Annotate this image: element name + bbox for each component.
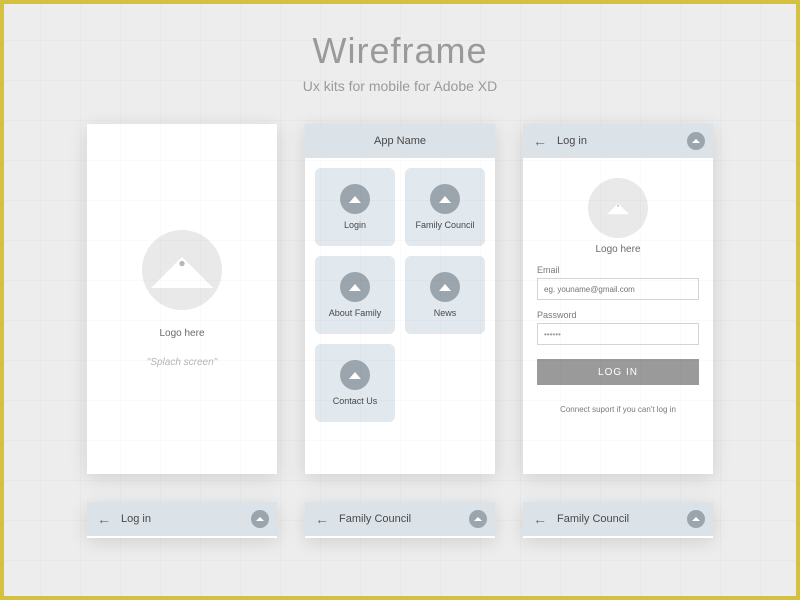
appbar: App Name [305,124,495,158]
screen-peek: ← Family Council [523,502,713,538]
appbar-title: Log in [557,135,587,147]
image-placeholder-icon [687,510,705,528]
appbar: ← Log in [523,124,713,158]
screen-peek: ← Family Council [305,502,495,538]
appbar-title: Family Council [339,513,411,525]
appbar-title: Log in [121,513,151,525]
back-icon[interactable]: ← [533,511,547,527]
image-placeholder-icon [469,510,487,528]
back-icon[interactable]: ← [97,511,111,527]
screen-peek: ← Log in [87,502,277,538]
back-icon[interactable]: ← [533,133,547,149]
appbar: ← Log in [87,502,277,536]
appbar: ← Family Council [305,502,495,536]
image-placeholder-icon [687,132,705,150]
back-icon[interactable]: ← [315,511,329,527]
appbar-title: App Name [374,135,426,147]
appbar: ← Family Council [523,502,713,536]
image-placeholder-icon [251,510,269,528]
appbar-title: Family Council [557,513,629,525]
